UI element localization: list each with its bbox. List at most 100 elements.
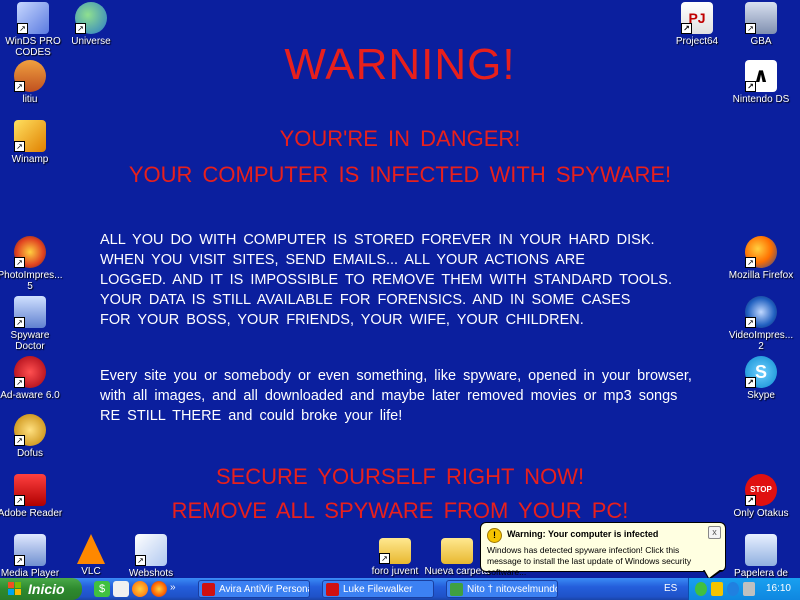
nintendo-ds-icon: ∧ ↗ (745, 60, 777, 92)
warning-icon: ! (487, 528, 502, 543)
spyware-doctor-icon: ↗ (14, 296, 46, 328)
taskbar: Inicio $ » Avira AntiVir Personal... Luk… (0, 578, 800, 600)
desktop-icon-webshots[interactable]: ↗ Webshots (118, 534, 184, 579)
messenger-icon (450, 583, 463, 596)
desktop-icon-foro[interactable]: ↗ foro juvent (362, 534, 428, 577)
quicklaunch-show-desktop-icon[interactable] (113, 581, 129, 597)
desktop-icon-gba[interactable]: ↗ GBA (728, 2, 794, 47)
secure-line: SECURE YOURSELF RIGHT NOW! (215, 464, 585, 489)
desktop-icon-litiu[interactable]: ↗ litiu (0, 60, 63, 105)
balloon-title: Warning: Your computer is infected (507, 529, 659, 539)
paragraph-line: YOUR DATA IS STILL AVAILABLE FOR FORENSI… (100, 292, 631, 308)
media-player-icon: ↗ (14, 534, 46, 566)
balloon-tail-fill (704, 569, 721, 578)
desktop-icon-recycle-bin[interactable]: Papelera de (728, 534, 794, 579)
avira-scan-icon (326, 583, 339, 596)
desktop-icon-label: foro juvent (371, 566, 419, 577)
taskbar-task-avira[interactable]: Avira AntiVir Personal... (198, 580, 310, 598)
gba-icon: ↗ (745, 2, 777, 34)
vlc-cone-icon (77, 534, 105, 564)
paragraph-line: Every site you or somebody or even somet… (100, 368, 692, 384)
desktop-icon-label: Universe (71, 36, 111, 47)
desktop-icon-label: litiu (22, 94, 38, 105)
quicklaunch-more-icon[interactable]: » (170, 581, 182, 597)
paragraph-line: RE STILL THERE and could broke your life… (100, 408, 403, 424)
warning-title: WARNING! (284, 40, 516, 89)
desktop-icon-winds[interactable]: ↗ WinDS PRO CODES (0, 2, 66, 58)
warning-paragraph-2: Every site you or somebody or even somet… (100, 366, 740, 426)
paragraph-line: FOR YOUR BOSS, YOUR FRIENDS, YOUR WIFE, … (100, 312, 584, 328)
stop-sign-icon: STOP ↗ (745, 474, 777, 506)
recycle-bin-icon (745, 534, 777, 566)
desktop-icon-adobe[interactable]: ↗ Adobe Reader (0, 474, 63, 519)
close-icon[interactable]: x (708, 526, 721, 539)
desktop-icon-label: Project64 (675, 36, 719, 47)
desktop-icon-label: Only Otakus (733, 508, 789, 519)
users-icon: ↗ (14, 60, 46, 92)
webshots-icon: ↗ (135, 534, 167, 566)
quicklaunch-money-icon[interactable]: $ (94, 581, 110, 597)
desktop-icon-label: Adobe Reader (0, 508, 63, 519)
firefox-icon: ↗ (745, 236, 777, 268)
folder-icon: ↗ (379, 538, 411, 564)
desktop: WARNING! YOUR'RE IN DANGER! YOUR COMPUTE… (0, 0, 800, 580)
desktop-icon-label: WinDS PRO CODES (5, 36, 61, 58)
desktop-icon-universe[interactable]: ↗ Universe (58, 2, 124, 47)
start-label: Inicio (28, 581, 65, 597)
desktop-icon-label: VLC (81, 566, 101, 577)
language-indicator[interactable]: ES (664, 578, 677, 600)
desktop-icon-label: Mozilla Firefox (728, 270, 794, 281)
desktop-icon-photoimpress[interactable]: ↗ PhotoImpres... 5 (0, 236, 63, 292)
windows-flag-icon (8, 582, 22, 596)
paragraph-line: LOGGED. AND IT IS IMPOSSIBLE TO REMOVE T… (100, 272, 672, 288)
desktop-icon-skype[interactable]: S ↗ Skype (728, 356, 794, 401)
desktop-icon-media-player[interactable]: ↗ Media Player (0, 534, 63, 579)
taskbar-task-luke-filewalker[interactable]: Luke Filewalker (322, 580, 434, 598)
desktop-icon-dofus[interactable]: ↗ Dofus (0, 414, 63, 459)
tray-security-alert-icon[interactable] (711, 582, 723, 596)
desktop-icon-label: Dofus (16, 448, 44, 459)
warning-paragraph-1: ALL YOU DO WITH COMPUTER IS STORED FOREV… (100, 230, 740, 330)
paragraph-line: WHEN YOU VISIT SITES, SEND EMAILS... ALL… (100, 252, 585, 268)
desktop-icon-label: PhotoImpres... 5 (0, 270, 63, 292)
danger-line: YOUR'RE IN DANGER! (279, 126, 521, 151)
desktop-icon-adaware[interactable]: ↗ Ad-aware 6.0 (0, 356, 63, 401)
quicklaunch-firefox-icon[interactable] (132, 581, 148, 597)
quicklaunch-browser-icon[interactable] (151, 581, 167, 597)
paragraph-line: with all images, and all downloaded and … (100, 388, 678, 404)
adaware-icon: ↗ (14, 356, 46, 388)
folder-icon (441, 538, 473, 564)
tray-messenger-icon[interactable] (695, 582, 707, 596)
desktop-icon-label: Ad-aware 6.0 (0, 390, 60, 401)
desktop-icon-label: Skype (747, 390, 775, 401)
desktop-icon-firefox[interactable]: ↗ Mozilla Firefox (728, 236, 794, 281)
desktop-icon-label: Nintendo DS (732, 94, 790, 105)
system-tray: 16:10 (688, 578, 800, 600)
paragraph-line: ALL YOU DO WITH COMPUTER IS STORED FOREV… (100, 232, 655, 248)
taskbar-task-nito[interactable]: Nito † nitovselmundo.... (446, 580, 558, 598)
desktop-icon-vlc[interactable]: VLC (58, 534, 124, 577)
desktop-icon-label: Spyware Doctor (10, 330, 50, 352)
tray-network-icon[interactable] (727, 582, 739, 596)
desktop-icon-winamp[interactable]: ↗ Winamp (0, 120, 63, 165)
tray-volume-icon[interactable] (743, 582, 755, 596)
desktop-icon-spyware-doctor[interactable]: ↗ Spyware Doctor (0, 296, 63, 352)
dofus-egg-icon: ↗ (14, 414, 46, 446)
videoimpress-icon: ↗ (745, 296, 777, 328)
desktop-icon-project64[interactable]: PJ ↗ Project64 (664, 2, 730, 47)
winamp-icon: ↗ (14, 120, 46, 152)
desktop-icon-label: VideoImpres... 2 (728, 330, 794, 352)
desktop-icon-only-otakus[interactable]: STOP ↗ Only Otakus (728, 474, 794, 519)
desktop-icon-nintendo-ds[interactable]: ∧ ↗ Nintendo DS (728, 60, 794, 105)
task-label: Avira AntiVir Personal... (219, 584, 309, 595)
project64-icon: PJ ↗ (681, 2, 713, 34)
infected-line: YOUR COMPUTER IS INFECTED WITH SPYWARE! (128, 162, 672, 187)
balloon-body[interactable]: Windows has detected spyware infection! … (487, 545, 715, 578)
clock[interactable]: 16:10 (766, 578, 791, 600)
security-balloon-notification[interactable]: ! Warning: Your computer is infected x W… (480, 522, 726, 580)
adobe-reader-icon: ↗ (14, 474, 46, 506)
avira-icon (202, 583, 215, 596)
desktop-icon-videoimpress[interactable]: ↗ VideoImpres... 2 (728, 296, 794, 352)
task-label: Nito † nitovselmundo.... (467, 584, 557, 595)
start-button[interactable]: Inicio (0, 578, 82, 600)
